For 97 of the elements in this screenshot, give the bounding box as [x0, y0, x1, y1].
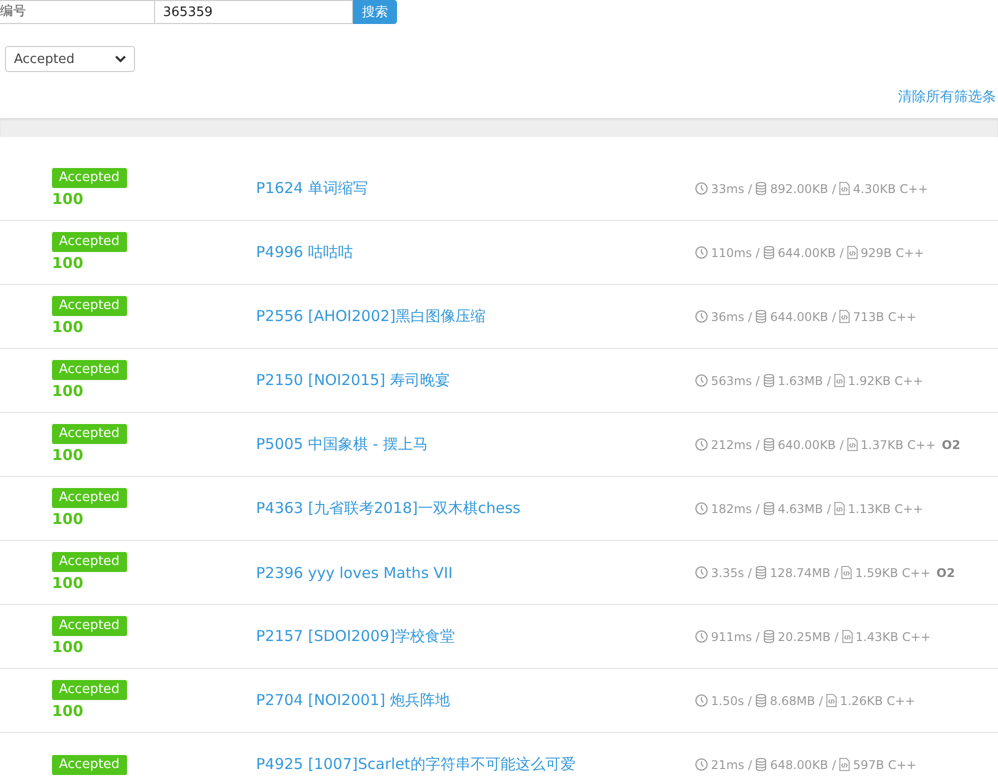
clock-icon — [695, 246, 708, 259]
database-icon — [762, 246, 775, 259]
problem-link[interactable]: P1624 单词缩写 — [256, 179, 695, 198]
problem-link[interactable]: P2556 [AHOI2002]黑白图像压缩 — [256, 307, 695, 326]
code-file-icon — [839, 310, 850, 323]
time-text: 3.35s / — [711, 566, 752, 580]
score-text: 100 — [52, 252, 84, 274]
code-file-icon — [842, 630, 852, 643]
memory-text: 1.63MB / — [778, 374, 831, 388]
search-button[interactable]: 搜索 — [353, 0, 397, 24]
clear-filters-link[interactable]: 清除所有筛选条 — [898, 88, 996, 108]
status-badge: Accepted — [52, 680, 127, 700]
clock-icon — [695, 694, 708, 707]
time-text: 21ms / — [711, 758, 752, 772]
problem-link[interactable]: P4925 [1007]Scarlet的字符串不可能这么可爱 — [256, 755, 695, 774]
code-size-text: 597B C++ — [853, 758, 916, 772]
code-size-text: 4.30KB C++ — [853, 182, 928, 196]
clock-icon — [695, 374, 708, 387]
problem-link[interactable]: P2396 yyy loves Maths VII — [256, 564, 695, 582]
code-file-icon — [834, 374, 845, 387]
id-input-field[interactable]: 365359 — [155, 0, 353, 24]
clock-icon — [695, 310, 708, 323]
time-text: 212ms / — [711, 438, 760, 452]
score-text: 100 — [52, 380, 84, 402]
status-select[interactable]: Accepted — [5, 46, 135, 72]
code-size-text: 1.13KB C++ — [848, 502, 923, 516]
memory-text: 648.00KB / — [770, 758, 836, 772]
code-size-text: 1.59KB C++ — [855, 566, 930, 580]
problem-link[interactable]: P5005 中国象棋 - 摆上马 — [256, 435, 695, 454]
optimization-text: O2 — [942, 438, 960, 452]
memory-text: 8.68MB / — [770, 694, 823, 708]
score-text: 100 — [52, 636, 84, 658]
database-icon — [755, 310, 768, 323]
optimization-text: O2 — [936, 566, 955, 580]
code-file-icon — [839, 182, 850, 195]
field-label: 编号 — [0, 0, 155, 24]
code-size-text: 1.26KB C++ — [840, 694, 916, 708]
memory-text: 644.00KB / — [770, 310, 836, 324]
code-size-text: 713B C++ — [853, 310, 916, 324]
clock-icon — [695, 182, 708, 195]
time-text: 36ms / — [711, 310, 752, 324]
status-badge: Accepted — [52, 360, 127, 380]
clock-icon — [695, 630, 708, 643]
score-text: 100 — [52, 316, 84, 338]
status-badge: Accepted — [52, 616, 127, 636]
clock-icon — [695, 438, 708, 451]
database-icon — [762, 438, 775, 451]
clock-icon — [695, 566, 708, 579]
time-text: 563ms / — [711, 374, 760, 388]
score-text: 100 — [52, 700, 84, 722]
time-text: 911ms / — [711, 630, 760, 644]
time-text: 110ms / — [711, 246, 760, 260]
code-file-icon — [841, 566, 852, 579]
memory-text: 20.25MB / — [778, 630, 838, 644]
code-size-text: 1.43KB C++ — [856, 630, 931, 644]
problem-link[interactable]: P4363 [九省联考2018]一双木棋chess — [256, 499, 695, 518]
problem-link[interactable]: P2704 [NOI2001] 炮兵阵地 — [256, 691, 695, 710]
code-file-icon — [846, 246, 858, 259]
database-icon — [755, 182, 768, 195]
time-text: 33ms / — [711, 182, 752, 196]
problem-link[interactable]: P2150 [NOI2015] 寿司晚宴 — [256, 371, 695, 390]
code-file-icon — [826, 694, 837, 707]
status-badge: Accepted — [52, 488, 127, 508]
score-text: 100 — [52, 188, 84, 210]
status-badge: Accepted — [52, 168, 127, 188]
score-text: 100 — [52, 444, 84, 466]
clock-icon — [695, 502, 708, 515]
database-icon — [762, 374, 775, 387]
memory-text: 892.00KB / — [770, 182, 836, 196]
status-badge: Accepted — [52, 296, 127, 316]
clock-icon — [695, 758, 708, 771]
time-text: 1.50s / — [711, 694, 752, 708]
score-text: 100 — [52, 572, 84, 594]
code-size-text: 929B C++ — [860, 246, 924, 260]
status-badge: Accepted — [52, 754, 127, 774]
code-file-icon — [846, 438, 858, 451]
chevron-down-icon — [115, 55, 126, 63]
database-icon — [762, 502, 775, 515]
status-badge: Accepted — [52, 552, 127, 572]
status-badge: Accepted — [52, 424, 127, 444]
memory-text: 4.63MB / — [778, 502, 831, 516]
score-text: 100 — [52, 508, 84, 530]
memory-text: 640.00KB / — [778, 438, 844, 452]
code-size-text: 1.37KB C++ — [860, 438, 936, 452]
database-icon — [762, 630, 775, 643]
code-file-icon — [839, 758, 850, 771]
memory-text: 644.00KB / — [778, 246, 844, 260]
database-icon — [754, 694, 767, 707]
code-size-text: 1.92KB C++ — [848, 374, 923, 388]
database-icon — [754, 566, 767, 579]
code-file-icon — [834, 502, 845, 515]
status-badge: Accepted — [52, 232, 127, 252]
memory-text: 128.74MB / — [770, 566, 838, 580]
time-text: 182ms / — [711, 502, 760, 516]
problem-link[interactable]: P2157 [SDOI2009]学校食堂 — [256, 627, 695, 646]
problem-link[interactable]: P4996 咕咕咕 — [256, 243, 695, 262]
database-icon — [755, 758, 768, 771]
